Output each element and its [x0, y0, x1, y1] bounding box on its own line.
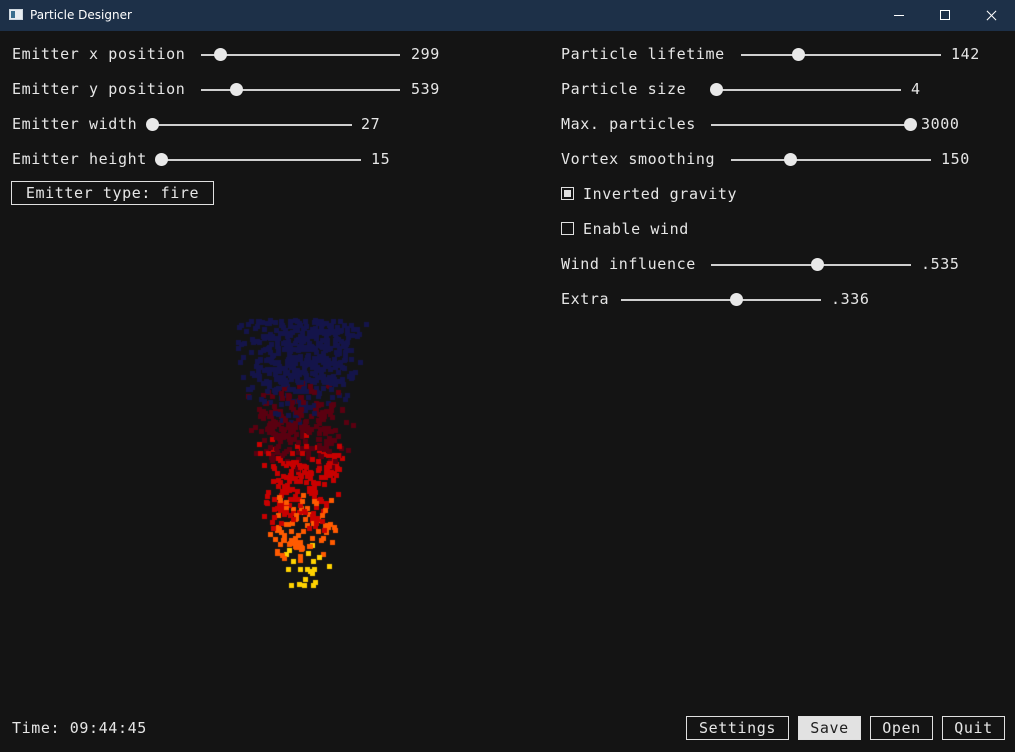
particle-size-slider[interactable] — [709, 82, 901, 98]
extra-value: .336 — [831, 290, 870, 308]
window-title: Particle Designer — [30, 8, 132, 22]
emitter-y-label: Emitter y position — [12, 80, 186, 98]
particle-lifetime-label: Particle lifetime — [561, 45, 725, 63]
slider-track — [162, 159, 361, 161]
slider-handle[interactable] — [146, 118, 159, 131]
slider-track — [201, 54, 400, 56]
particle-lifetime-slider[interactable] — [741, 47, 941, 63]
slider-handle[interactable] — [155, 153, 168, 166]
quit-button[interactable]: Quit — [942, 716, 1005, 740]
slider-handle[interactable] — [792, 48, 805, 61]
emitter-width-value: 27 — [361, 115, 381, 133]
wind-influence-value: .535 — [921, 255, 960, 273]
particle-preview — [200, 300, 420, 600]
title-bar: Particle Designer — [0, 0, 1015, 31]
slider-track — [711, 89, 901, 91]
enable-wind-checkbox[interactable] — [561, 222, 574, 235]
slider-handle[interactable] — [784, 153, 797, 166]
emitter-height-slider[interactable] — [155, 152, 361, 168]
vortex-smoothing-slider[interactable] — [731, 152, 931, 168]
slider-handle[interactable] — [811, 258, 824, 271]
vortex-smoothing-value: 150 — [941, 150, 970, 168]
save-button[interactable]: Save — [798, 716, 861, 740]
slider-track — [731, 159, 931, 161]
particle-lifetime-value: 142 — [951, 45, 980, 63]
vortex-smoothing-label: Vortex smoothing — [561, 150, 716, 168]
emitter-width-slider[interactable] — [146, 117, 352, 133]
close-button[interactable] — [968, 0, 1014, 31]
maximize-button[interactable] — [922, 0, 968, 31]
emitter-y-value: 539 — [411, 80, 440, 98]
extra-label: Extra — [561, 290, 610, 308]
inverted-gravity-label[interactable]: Inverted gravity — [583, 185, 737, 203]
time-label: Time: 09:44:45 — [12, 719, 147, 737]
slider-handle[interactable] — [904, 118, 917, 131]
max-particles-value: 3000 — [921, 115, 960, 133]
slider-track — [741, 54, 941, 56]
wind-influence-slider[interactable] — [711, 257, 911, 273]
wind-influence-label: Wind influence — [561, 255, 696, 273]
emitter-height-value: 15 — [371, 150, 391, 168]
app-icon — [9, 9, 23, 20]
slider-handle[interactable] — [709, 83, 723, 96]
particle-size-value: 4 — [911, 80, 921, 98]
settings-button[interactable]: Settings — [686, 716, 789, 740]
emitter-height-label: Emitter height — [12, 150, 147, 168]
slider-handle[interactable] — [213, 48, 227, 61]
minimize-button[interactable] — [876, 0, 922, 31]
max-particles-label: Max. particles — [561, 115, 696, 133]
emitter-width-label: Emitter width — [12, 115, 138, 133]
slider-track — [621, 299, 821, 301]
open-button[interactable]: Open — [870, 716, 933, 740]
particle-size-label: Particle size — [561, 80, 687, 98]
slider-track — [153, 124, 352, 126]
max-particles-slider[interactable] — [711, 117, 917, 133]
extra-slider[interactable] — [621, 292, 821, 308]
slider-handle[interactable] — [229, 83, 243, 96]
enable-wind-label[interactable]: Enable wind — [583, 220, 689, 238]
emitter-x-slider[interactable] — [201, 47, 400, 63]
emitter-x-label: Emitter x position — [12, 45, 186, 63]
emitter-y-slider[interactable] — [201, 82, 400, 98]
inverted-gravity-checkbox[interactable] — [561, 187, 574, 200]
emitter-type-button[interactable]: Emitter type: fire — [11, 181, 214, 205]
slider-track — [711, 124, 911, 126]
emitter-x-value: 299 — [411, 45, 440, 63]
slider-handle[interactable] — [730, 293, 743, 306]
